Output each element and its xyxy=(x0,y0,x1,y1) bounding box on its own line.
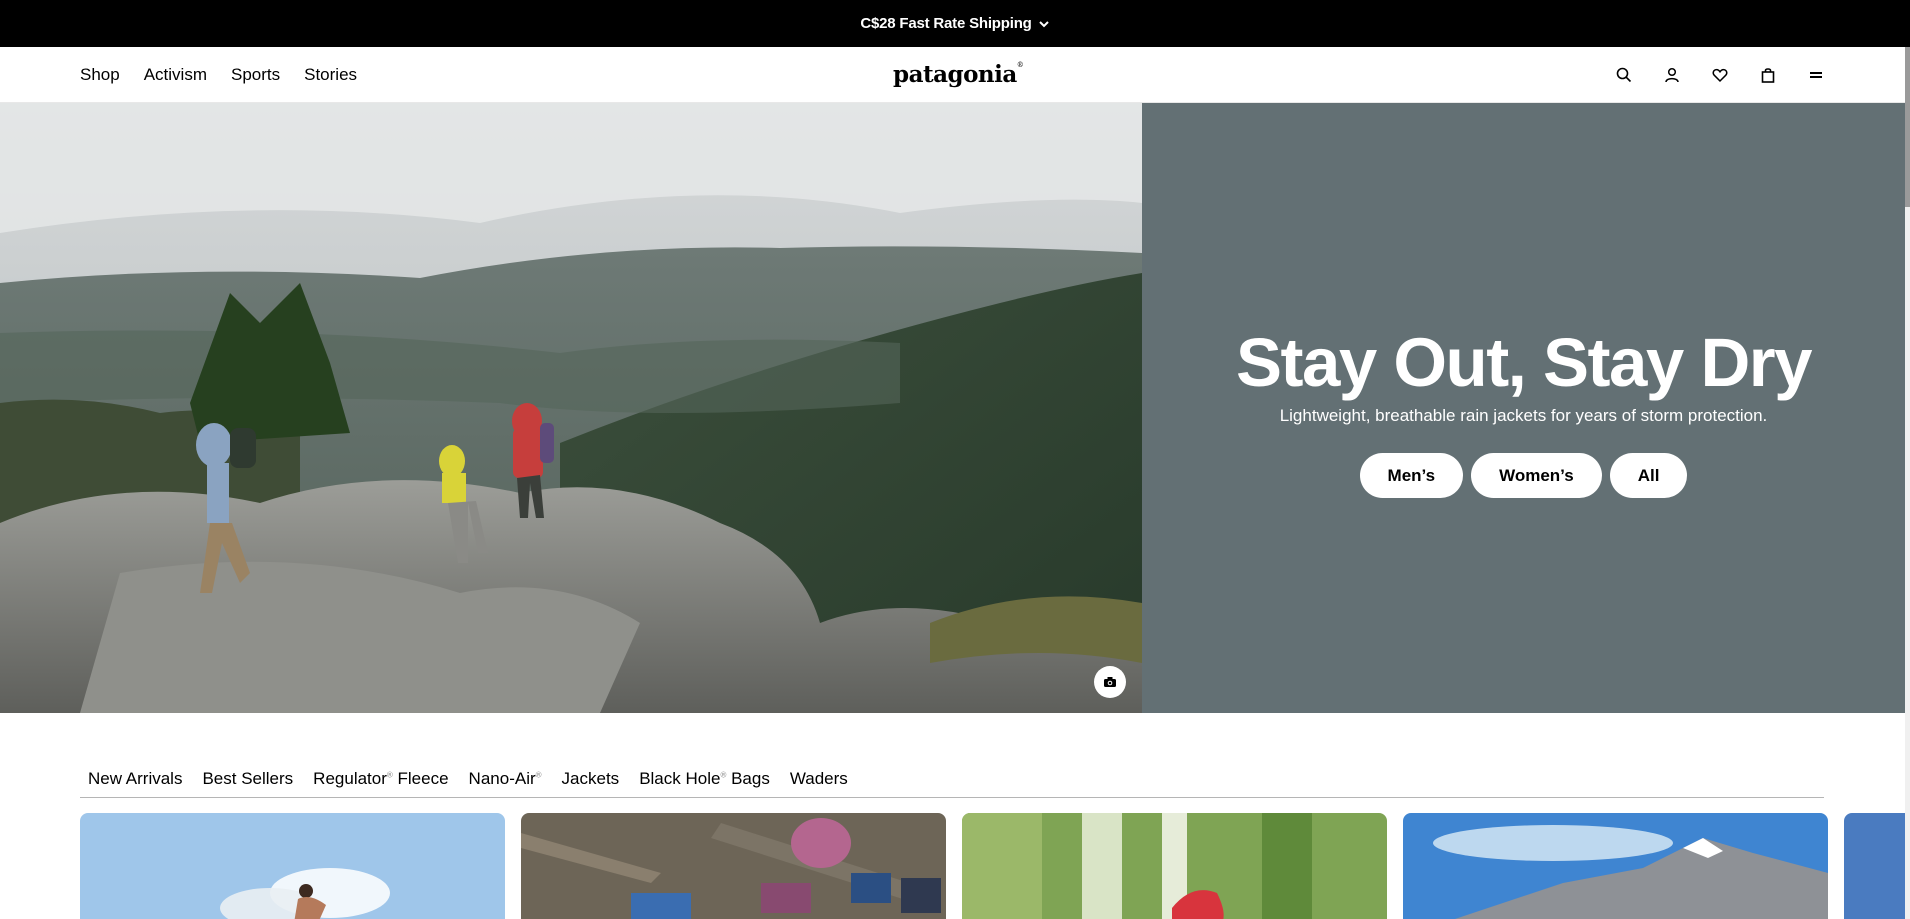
account-icon[interactable] xyxy=(1648,47,1696,103)
tab-new-arrivals[interactable]: New Arrivals xyxy=(88,769,182,789)
patagonia-logo[interactable]: patagonia® xyxy=(893,61,1024,88)
card-camp-gear[interactable] xyxy=(521,813,946,919)
promo-bar[interactable]: C$28 Fast Rate Shipping xyxy=(0,0,1910,47)
menu-icon[interactable] xyxy=(1792,47,1840,103)
header-icons xyxy=(1600,47,1840,103)
tab-best-sellers[interactable]: Best Sellers xyxy=(202,769,293,789)
category-tabs: New Arrivals Best Sellers Regulator® Fle… xyxy=(80,760,1824,798)
hero-hikers-photo xyxy=(0,103,1142,713)
womens-button[interactable]: Women’s xyxy=(1471,453,1602,498)
tab-black-hole-bags[interactable]: Black Hole® Bags xyxy=(639,769,770,789)
nav-sports[interactable]: Sports xyxy=(231,65,280,85)
tab-jackets[interactable]: Jackets xyxy=(562,769,620,789)
page-scrollbar[interactable] xyxy=(1905,47,1910,919)
tab-nano-air[interactable]: Nano-Air® xyxy=(469,769,542,789)
wishlist-heart-icon[interactable] xyxy=(1696,47,1744,103)
nav-shop[interactable]: Shop xyxy=(80,65,120,85)
hero-buttons: Men’s Women’s All xyxy=(1142,453,1905,498)
card-surf[interactable] xyxy=(80,813,505,919)
card-mountain[interactable] xyxy=(1403,813,1828,919)
product-carousel xyxy=(80,813,1910,919)
tab-waders[interactable]: Waders xyxy=(790,769,848,789)
hero-panel: Stay Out, Stay Dry Lightweight, breathab… xyxy=(1142,103,1905,713)
tab-regulator-fleece[interactable]: Regulator® Fleece xyxy=(313,769,448,789)
all-button[interactable]: All xyxy=(1609,453,1688,498)
nav-activism[interactable]: Activism xyxy=(144,65,207,85)
hero-title: Stay Out, Stay Dry xyxy=(1235,324,1813,401)
cart-bag-icon[interactable] xyxy=(1744,47,1792,103)
card-partial[interactable] xyxy=(1844,813,1910,919)
card-bike[interactable] xyxy=(962,813,1387,919)
mens-button[interactable]: Men’s xyxy=(1359,453,1464,498)
search-icon[interactable] xyxy=(1600,47,1648,103)
nav-stories[interactable]: Stories xyxy=(304,65,357,85)
promo-text[interactable]: C$28 Fast Rate Shipping xyxy=(860,15,1031,32)
site-header: Shop Activism Sports Stories patagonia® xyxy=(0,47,1905,103)
camera-icon xyxy=(1104,677,1116,687)
photo-credit-button[interactable] xyxy=(1094,666,1126,698)
scrollbar-thumb[interactable] xyxy=(1905,47,1910,207)
hero-subtitle: Lightweight, breathable rain jackets for… xyxy=(1279,406,1768,425)
chevron-down-icon[interactable] xyxy=(1038,18,1050,30)
main-nav: Shop Activism Sports Stories xyxy=(80,47,381,103)
hero-banner: Stay Out, Stay Dry Lightweight, breathab… xyxy=(0,103,1905,713)
